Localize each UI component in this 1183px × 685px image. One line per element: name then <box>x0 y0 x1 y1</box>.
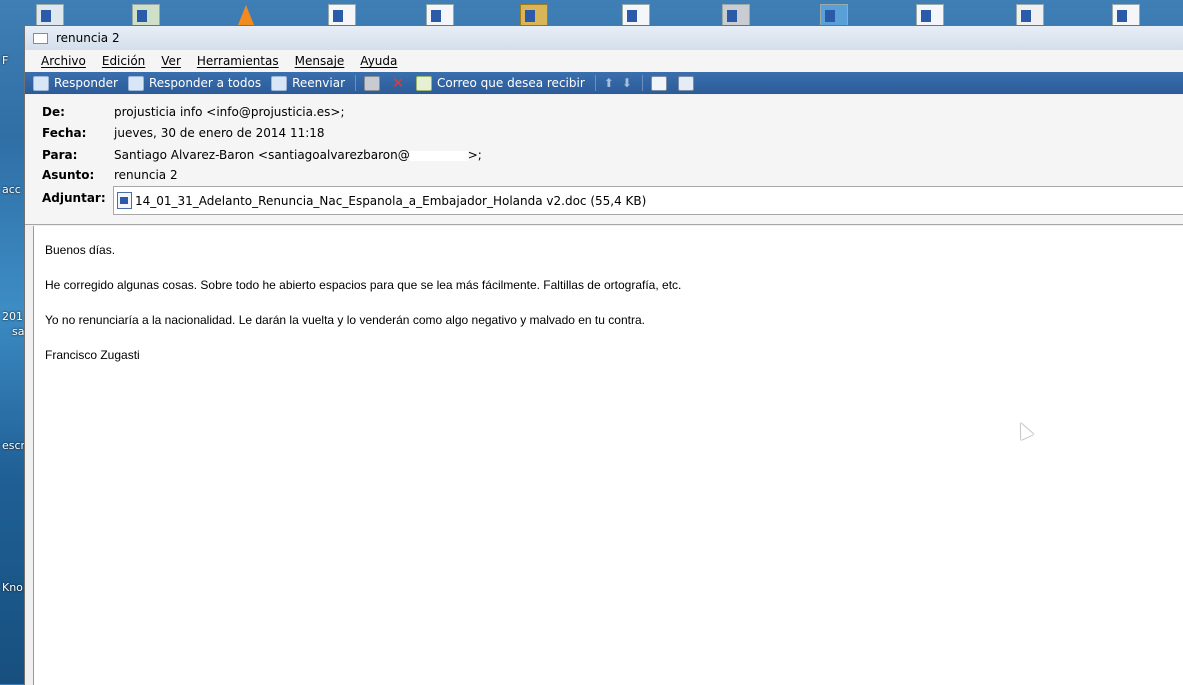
to-value[interactable]: Santiago Alvarez-Baron <santiagoalvarezb… <box>114 148 482 162</box>
contacts-button[interactable] <box>650 75 672 91</box>
forward-button[interactable]: Reenviar <box>271 75 346 91</box>
subject-value: renuncia 2 <box>114 168 178 182</box>
browser-icon[interactable] <box>814 2 854 28</box>
menu-edicion[interactable]: Edición <box>102 54 145 68</box>
to-value-end: >; <box>467 148 482 162</box>
desktop-label: F <box>2 54 9 67</box>
desktop-label: Kno <box>2 581 23 594</box>
desktop-label: escr <box>2 439 26 452</box>
reply-all-button[interactable]: Responder a todos <box>127 75 262 91</box>
image-file-icon[interactable] <box>126 2 166 28</box>
desktop-label: sa <box>12 325 25 338</box>
to-label: Para: <box>42 148 78 162</box>
body-paragraph: Yo no renunciaría a la nacionalidad. Le … <box>45 313 645 327</box>
reply-icon <box>33 75 49 91</box>
desktop-side-strip: F acc 201 sa escr Kno <box>0 28 26 684</box>
from-row: De: projusticia info <info@projusticia.e… <box>42 105 345 119</box>
toolbar-separator <box>641 75 643 91</box>
contacts-icon <box>650 75 667 91</box>
date-label: Fecha: <box>42 126 87 140</box>
body-paragraph: He corregido algunas cosas. Sobre todo h… <box>45 278 682 292</box>
attach-label: Adjuntar: <box>42 191 106 205</box>
word-document-icon[interactable] <box>1106 2 1146 28</box>
reply-all-icon <box>127 75 144 91</box>
word-document-icon[interactable] <box>616 2 656 28</box>
message-body[interactable]: Buenos días. He corregido algunas cosas.… <box>33 226 1183 685</box>
menu-archivo[interactable]: Archivo <box>41 54 86 68</box>
menu-herramientas[interactable]: Herramientas <box>197 54 279 68</box>
message-header: De: projusticia info <info@projusticia.e… <box>25 95 1183 225</box>
date-value: jueves, 30 de enero de 2014 11:18 <box>114 126 325 140</box>
reply-label: Responder <box>54 76 118 90</box>
desktop-label: acc <box>2 183 21 196</box>
print-button[interactable] <box>364 75 385 91</box>
vlc-icon[interactable] <box>228 2 268 26</box>
encoding-button[interactable] <box>677 75 699 91</box>
arrow-up-icon: ⬆ <box>603 76 614 90</box>
word-document-icon[interactable] <box>910 2 950 28</box>
print-icon <box>364 75 381 91</box>
redacted-domain <box>409 150 468 161</box>
menu-bar: Archivo Edición Ver Herramientas Mensaje… <box>25 50 1183 72</box>
file-icon[interactable] <box>716 2 756 28</box>
word-document-icon[interactable] <box>322 2 362 28</box>
delete-icon: ✕ <box>391 73 405 92</box>
encoding-icon <box>677 75 694 91</box>
reply-all-label: Responder a todos <box>148 76 262 90</box>
previous-message-button[interactable]: ⬆ <box>604 76 614 90</box>
next-message-button[interactable]: ⬇ <box>622 76 632 90</box>
date-row: Fecha: jueves, 30 de enero de 2014 11:18 <box>42 126 325 140</box>
word-document-icon[interactable] <box>420 2 460 28</box>
receive-mail-icon <box>416 75 433 91</box>
subject-row: Asunto: renuncia 2 <box>42 168 178 182</box>
from-value[interactable]: projusticia info <info@projusticia.es>; <box>114 105 345 119</box>
to-value-start: Santiago Alvarez-Baron <santiagoalvarezb… <box>114 148 410 162</box>
menu-ayuda[interactable]: Ayuda <box>360 54 397 68</box>
toolbar-separator <box>594 75 596 91</box>
reply-button[interactable]: Responder <box>33 75 118 91</box>
menu-mensaje[interactable]: Mensaje <box>295 54 345 68</box>
window-title: renuncia 2 <box>56 31 120 45</box>
delete-button[interactable]: ✕ <box>391 73 410 92</box>
envelope-icon <box>33 32 48 44</box>
from-label: De: <box>42 105 65 119</box>
mail-window: renuncia 2 Archivo Edición Ver Herramien… <box>24 25 1183 685</box>
arrow-down-icon: ⬇ <box>621 76 632 90</box>
desktop-label: 201 <box>2 310 23 323</box>
to-row: Para: Santiago Alvarez-Baron <santiagoal… <box>42 148 482 162</box>
body-paragraph: Buenos días. <box>45 243 116 257</box>
attachment-field: 14_01_31_Adelanto_Renuncia_Nac_Espanola_… <box>113 186 1183 215</box>
desktop-icon-strip <box>0 0 1183 28</box>
forward-icon <box>271 75 288 91</box>
folder-icon[interactable] <box>514 2 554 28</box>
recycle-bin-icon[interactable] <box>30 2 70 28</box>
forward-label: Reenviar <box>292 76 346 90</box>
receive-mail-button[interactable]: Correo que desea recibir <box>416 75 585 91</box>
toolbar-separator <box>355 75 357 91</box>
toolbar: Responder Responder a todos Reenviar ✕ C… <box>25 72 1183 94</box>
attach-row: Adjuntar: <box>42 191 114 205</box>
menu-ver[interactable]: Ver <box>161 54 181 68</box>
title-bar[interactable]: renuncia 2 <box>25 26 1183 50</box>
receive-mail-label: Correo que desea recibir <box>437 76 585 90</box>
text-document-icon[interactable] <box>1010 2 1050 28</box>
word-document-icon <box>117 192 132 209</box>
attachment-link[interactable]: 14_01_31_Adelanto_Renuncia_Nac_Espanola_… <box>135 194 646 208</box>
subject-label: Asunto: <box>42 168 95 182</box>
signature: Francisco Zugasti <box>45 348 140 362</box>
